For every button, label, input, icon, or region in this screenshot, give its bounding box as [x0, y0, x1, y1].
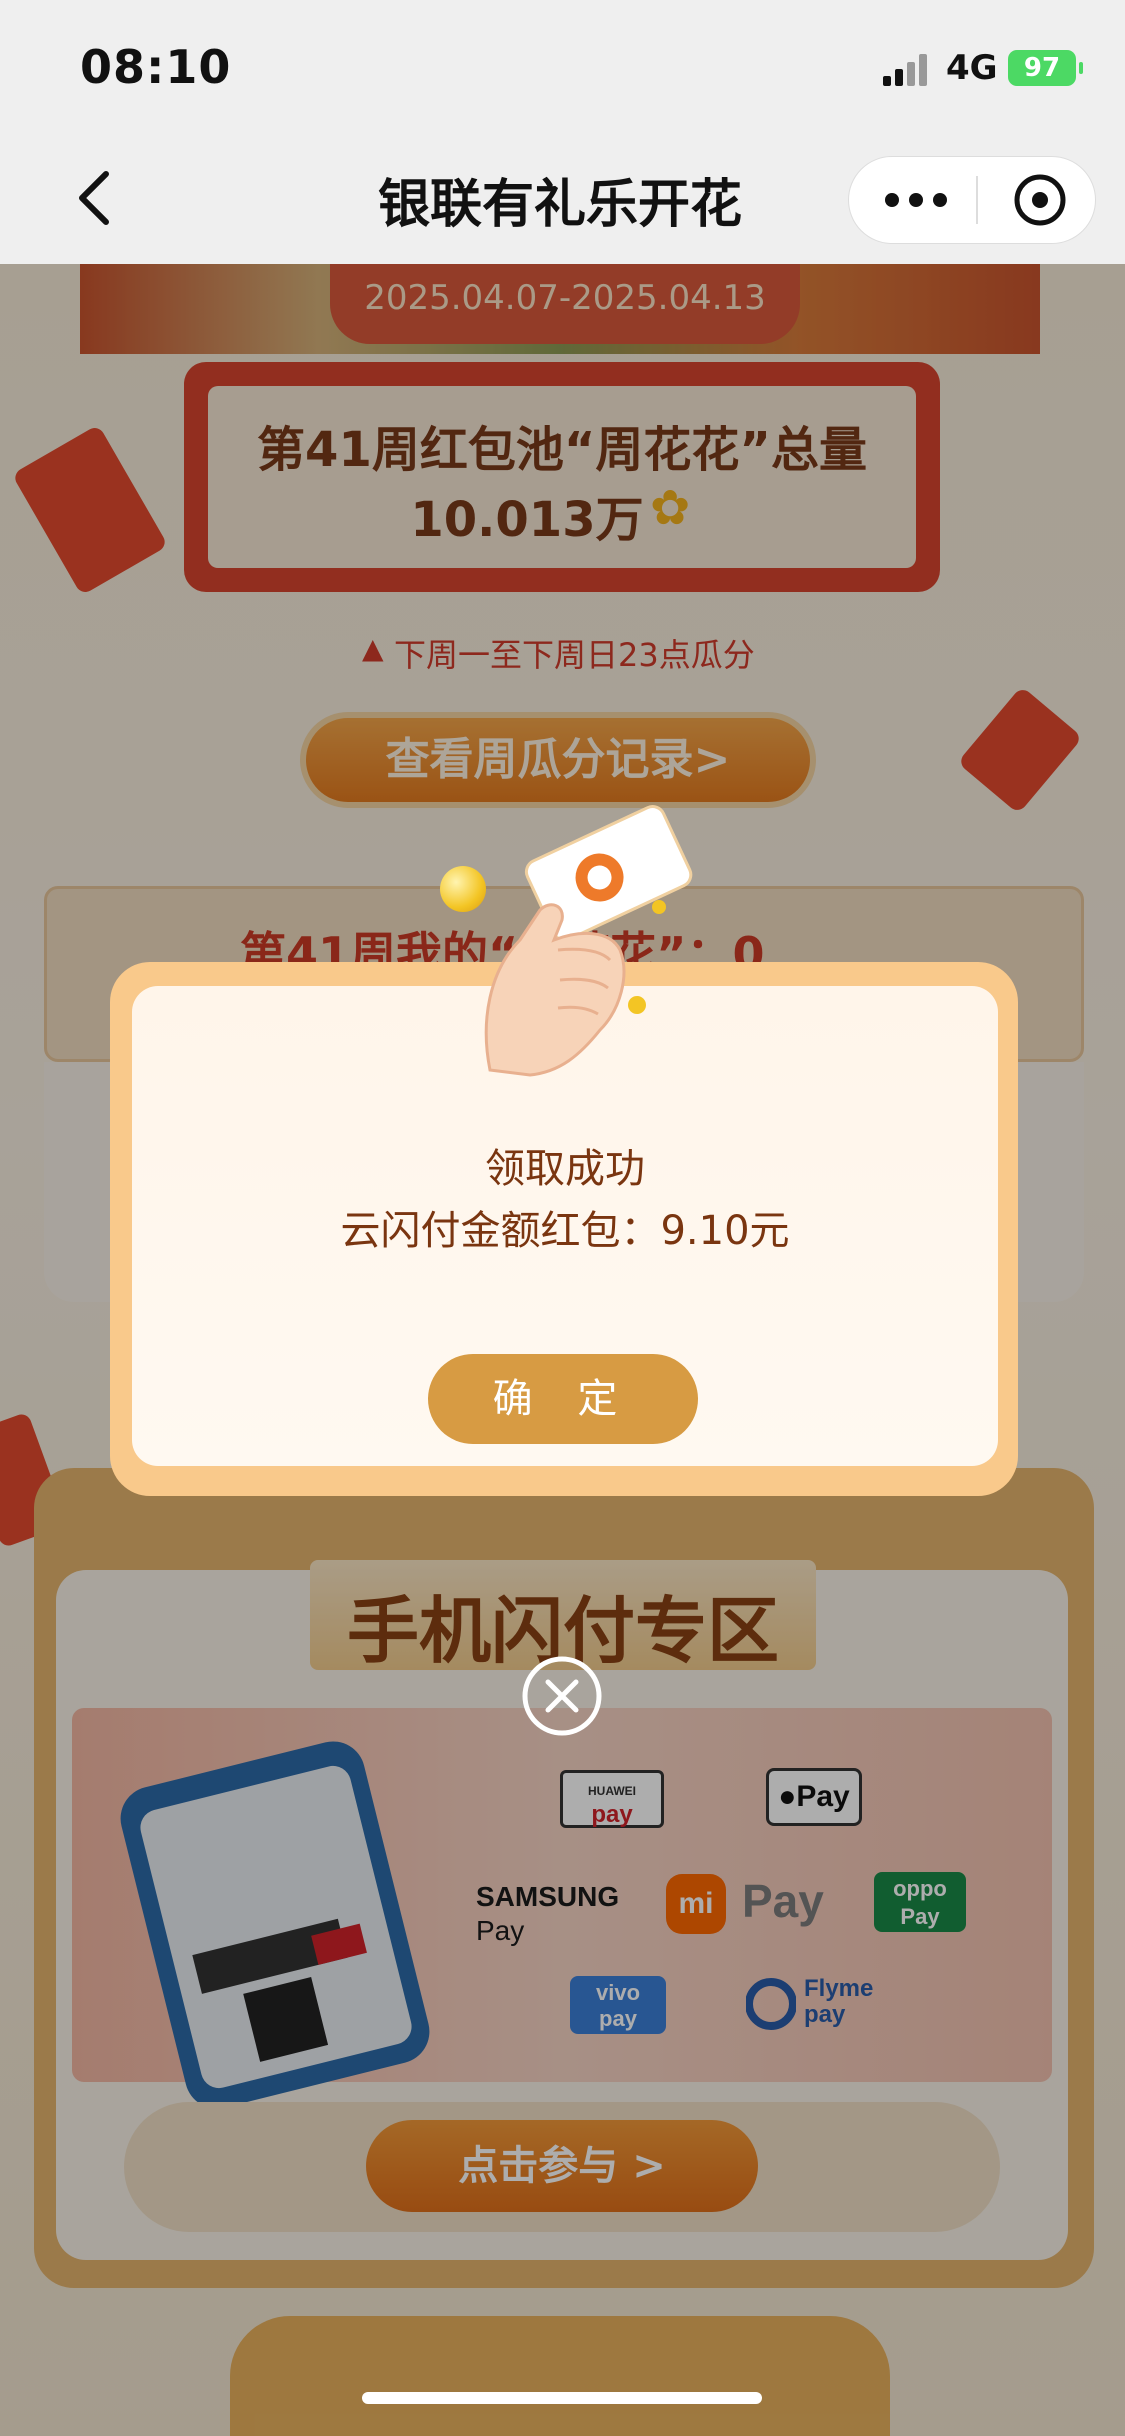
- confirm-button[interactable]: 确 定: [428, 1354, 698, 1444]
- back-icon[interactable]: [66, 166, 130, 230]
- status-time: 08:10: [80, 40, 232, 94]
- close-mini-program-icon[interactable]: [1012, 172, 1068, 228]
- signal-icon: [883, 54, 931, 86]
- close-modal-icon[interactable]: [520, 1654, 604, 1738]
- battery-icon: 97: [1008, 50, 1083, 86]
- red-packet-amount: 云闪付金额红包：9.10元: [340, 1208, 790, 1254]
- more-icon[interactable]: [876, 184, 956, 216]
- capsule-divider: [976, 176, 978, 224]
- hand-card-illustration: [450, 800, 710, 1080]
- page-title: 银联有礼乐开花: [377, 175, 742, 235]
- battery-level: 97: [1023, 53, 1061, 83]
- success-title: 领取成功: [485, 1146, 645, 1192]
- home-indicator: [362, 2392, 762, 2404]
- network-type: 4G: [946, 48, 998, 88]
